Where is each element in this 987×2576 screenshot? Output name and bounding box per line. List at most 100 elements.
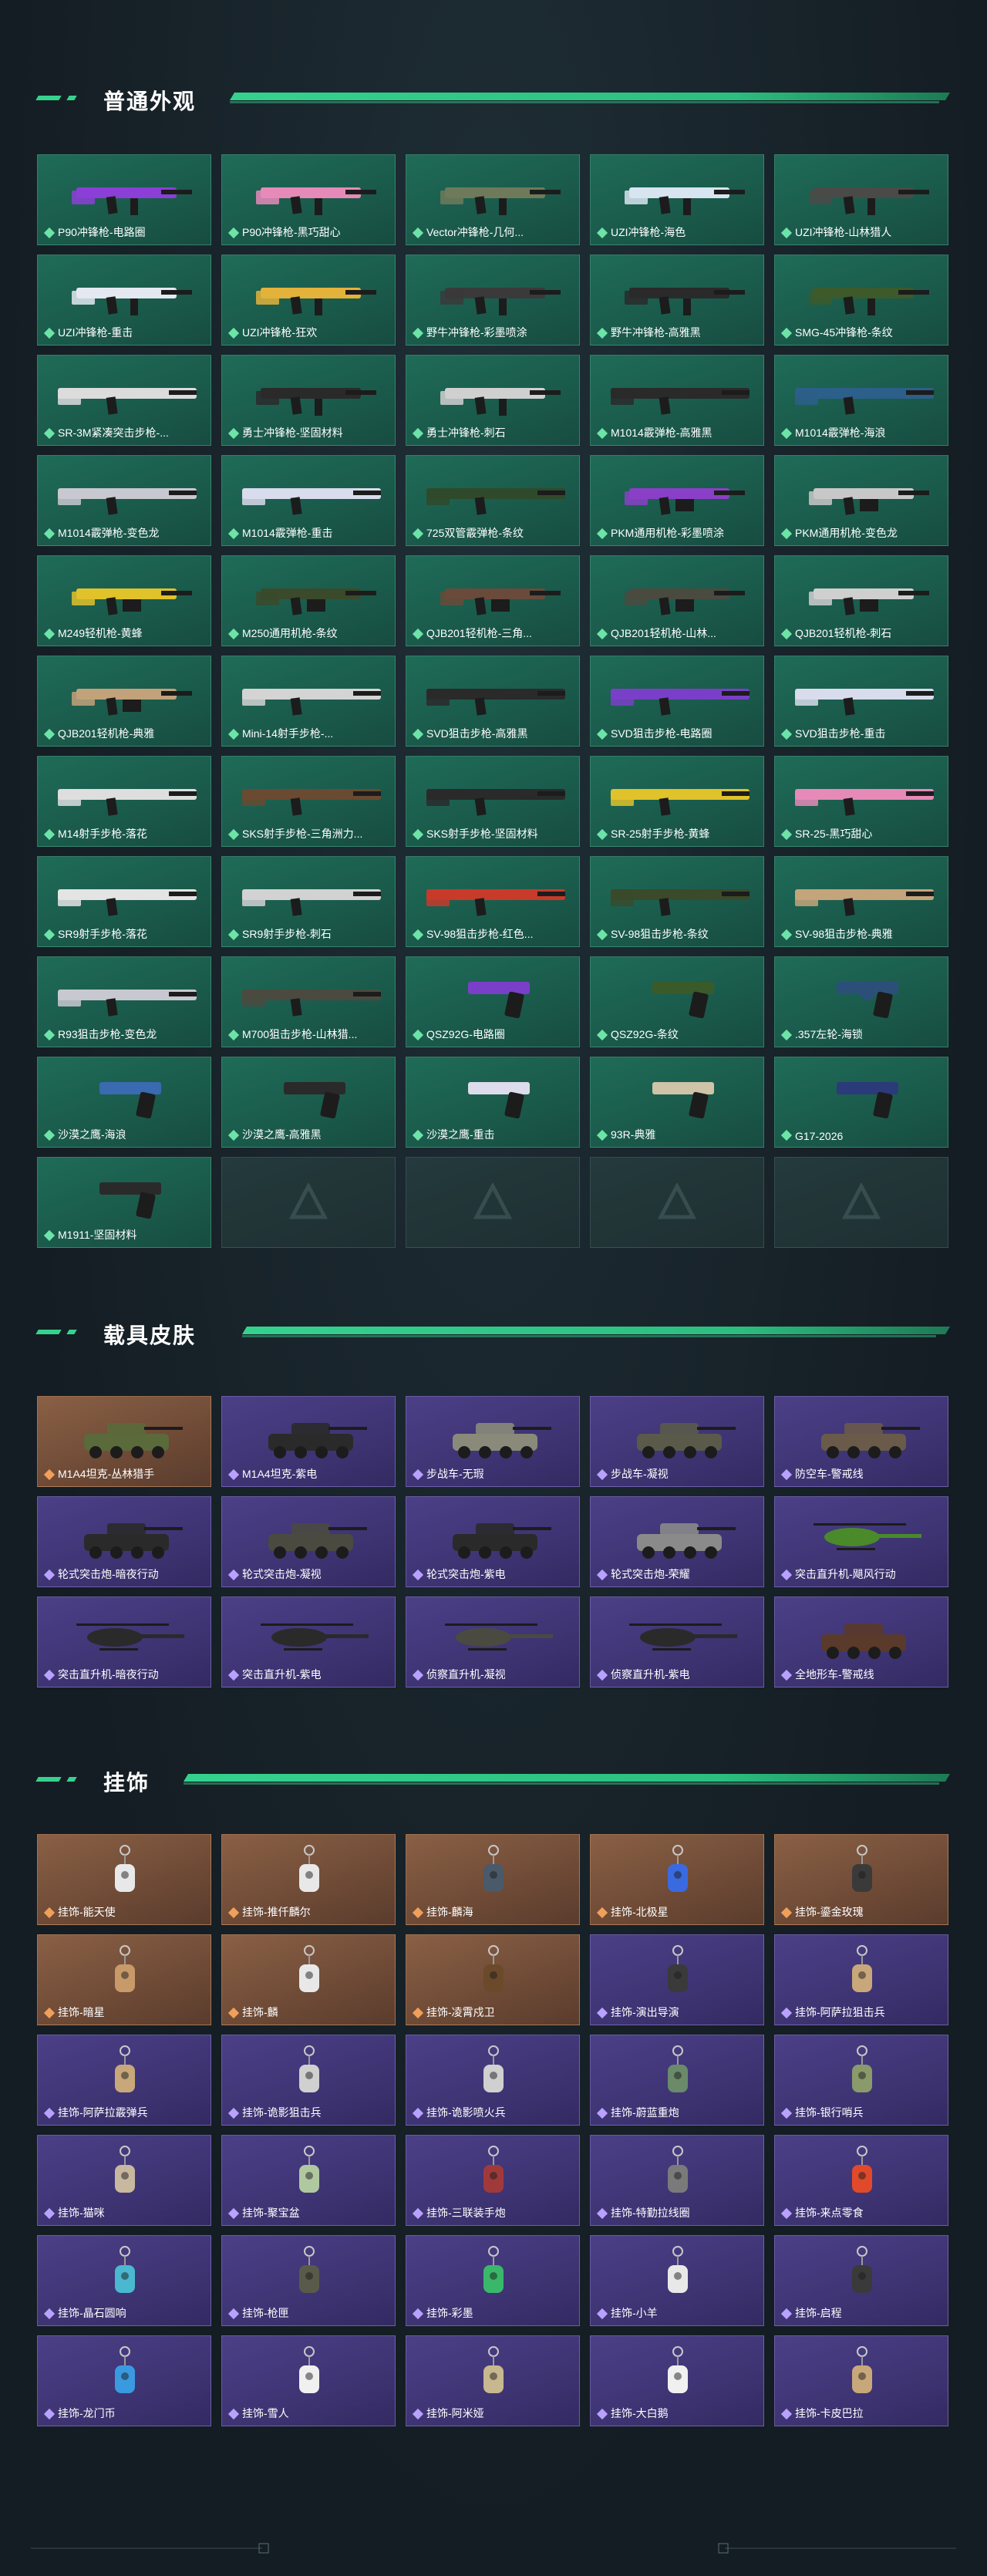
item-card[interactable]: 沙漠之鹰-高雅黑	[221, 1057, 396, 1148]
item-card[interactable]: 勇士冲锋枪-坚固材料	[221, 355, 396, 446]
item-card[interactable]: 挂饰-阿萨拉狙击兵	[774, 1934, 948, 2025]
item-card[interactable]: 挂饰-猫咪	[37, 2135, 211, 2226]
item-card[interactable]: 挂饰-蔚蓝重炮	[590, 2035, 764, 2126]
item-card[interactable]: 突击直升机-飓风行动	[774, 1496, 948, 1587]
item-card[interactable]: 挂饰-启程	[774, 2235, 948, 2326]
item-card[interactable]: 挂饰-凌霄戍卫	[406, 1934, 580, 2025]
item-card[interactable]: UZI冲锋枪-山林猎人	[774, 154, 948, 245]
item-card[interactable]: 挂饰-麟	[221, 1934, 396, 2025]
item-card[interactable]: 突击直升机-暗夜行动	[37, 1597, 211, 1688]
item-card[interactable]: 全地形车-警戒线	[774, 1597, 948, 1688]
item-card[interactable]: 挂饰-北极星	[590, 1834, 764, 1925]
item-card[interactable]: 挂饰-阿萨拉霰弹兵	[37, 2035, 211, 2126]
item-card[interactable]: M1014霰弹枪-高雅黑	[590, 355, 764, 446]
rarity-diamond-icon	[780, 327, 793, 339]
item-card[interactable]: 挂饰-演出导演	[590, 1934, 764, 2025]
item-card[interactable]: 挂饰-三联装手炮	[406, 2135, 580, 2226]
item-card[interactable]: M1A4坦克-紫电	[221, 1396, 396, 1487]
item-card[interactable]: SR-3M紧凑突击步枪-...	[37, 355, 211, 446]
item-card[interactable]: 挂饰-银行哨兵	[774, 2035, 948, 2126]
item-card[interactable]: 挂饰-龙门币	[37, 2335, 211, 2426]
item-card[interactable]: M1911-坚固材料	[37, 1157, 211, 1248]
item-card[interactable]: M1014霰弹枪-重击	[221, 455, 396, 546]
item-card[interactable]: PKM通用机枪-彩墨喷涂	[590, 455, 764, 546]
item-card[interactable]: SKS射手步枪-坚固材料	[406, 756, 580, 847]
item-card[interactable]: 挂饰-晶石圆响	[37, 2235, 211, 2326]
item-card[interactable]: M1014霰弹枪-海浪	[774, 355, 948, 446]
item-card[interactable]: 防空车-警戒线	[774, 1396, 948, 1487]
item-card[interactable]: .357左轮-海锁	[774, 956, 948, 1047]
item-card[interactable]: SR9射手步枪-刺石	[221, 856, 396, 947]
item-card[interactable]: 轮式突击炮-荣耀	[590, 1496, 764, 1587]
item-card[interactable]: Vector冲锋枪-几何...	[406, 154, 580, 245]
item-card[interactable]: 挂饰-聚宝盆	[221, 2135, 396, 2226]
item-card[interactable]: 挂饰-麟海	[406, 1834, 580, 1925]
item-card[interactable]: SR9射手步枪-落花	[37, 856, 211, 947]
item-card[interactable]: P90冲锋枪-黑巧甜心	[221, 154, 396, 245]
item-card[interactable]: 挂饰-枪匣	[221, 2235, 396, 2326]
item-card[interactable]: M1014霰弹枪-变色龙	[37, 455, 211, 546]
item-card[interactable]: 步战车-凝视	[590, 1396, 764, 1487]
item-card[interactable]: 步战车-无瑕	[406, 1396, 580, 1487]
item-card[interactable]: QJB201轻机枪-刺石	[774, 555, 948, 646]
item-card[interactable]: SVD狙击步枪-重击	[774, 656, 948, 747]
item-card[interactable]: UZI冲锋枪-海色	[590, 154, 764, 245]
item-card[interactable]: SVD狙击步枪-电路圈	[590, 656, 764, 747]
rarity-diamond-icon	[780, 427, 793, 440]
item-card[interactable]: 沙漠之鹰-重击	[406, 1057, 580, 1148]
item-card[interactable]: PKM通用机枪-变色龙	[774, 455, 948, 546]
item-card[interactable]: 挂饰-鎏金玫瑰	[774, 1834, 948, 1925]
item-card[interactable]: QSZ92G-条纹	[590, 956, 764, 1047]
item-card[interactable]: P90冲锋枪-电路圈	[37, 154, 211, 245]
item-card[interactable]: M249轻机枪-黄蜂	[37, 555, 211, 646]
item-card[interactable]: SVD狙击步枪-高雅黑	[406, 656, 580, 747]
item-card[interactable]: M14射手步枪-落花	[37, 756, 211, 847]
item-card[interactable]: QJB201轻机枪-典雅	[37, 656, 211, 747]
item-card[interactable]: SMG-45冲锋枪-条纹	[774, 255, 948, 346]
item-card[interactable]: SV-98狙击步枪-红色...	[406, 856, 580, 947]
item-card[interactable]: 挂饰-诡影喷火兵	[406, 2035, 580, 2126]
item-card[interactable]: 挂饰-阿米娅	[406, 2335, 580, 2426]
item-label: Mini-14射手步枪-...	[242, 727, 334, 740]
item-card[interactable]: 挂饰-特勤拉线圈	[590, 2135, 764, 2226]
item-card[interactable]: SR-25-黑巧甜心	[774, 756, 948, 847]
item-card[interactable]: 挂饰-推仟麟尔	[221, 1834, 396, 1925]
item-card[interactable]: 挂饰-彩墨	[406, 2235, 580, 2326]
item-card[interactable]: SV-98狙击步枪-典雅	[774, 856, 948, 947]
item-card[interactable]: M1A4坦克-丛林猎手	[37, 1396, 211, 1487]
item-card[interactable]: UZI冲锋枪-重击	[37, 255, 211, 346]
item-card[interactable]: 侦察直升机-紫电	[590, 1597, 764, 1688]
item-card[interactable]: SV-98狙击步枪-条纹	[590, 856, 764, 947]
item-card[interactable]: 野牛冲锋枪-高雅黑	[590, 255, 764, 346]
item-card[interactable]: 挂饰-小羊	[590, 2235, 764, 2326]
item-card[interactable]: QSZ92G-电路圈	[406, 956, 580, 1047]
item-card[interactable]: 725双管霰弹枪-条纹	[406, 455, 580, 546]
item-card[interactable]: G17-2026	[774, 1057, 948, 1148]
item-card[interactable]: M250通用机枪-条纹	[221, 555, 396, 646]
item-card[interactable]: QJB201轻机枪-山林...	[590, 555, 764, 646]
item-card[interactable]: 挂饰-雪人	[221, 2335, 396, 2426]
item-card[interactable]: M700狙击步枪-山林猎...	[221, 956, 396, 1047]
item-card[interactable]: 轮式突击炮-凝视	[221, 1496, 396, 1587]
item-card[interactable]: 野牛冲锋枪-彩墨喷涂	[406, 255, 580, 346]
item-card[interactable]: 挂饰-诡影狙击兵	[221, 2035, 396, 2126]
item-card[interactable]: R93狙击步枪-变色龙	[37, 956, 211, 1047]
item-card[interactable]: 挂饰-来点零食	[774, 2135, 948, 2226]
item-card[interactable]: UZI冲锋枪-狂欢	[221, 255, 396, 346]
item-card[interactable]: 轮式突击炮-紫电	[406, 1496, 580, 1587]
item-card[interactable]: 勇士冲锋枪-刺石	[406, 355, 580, 446]
item-card[interactable]: 挂饰-卡皮巴拉	[774, 2335, 948, 2426]
item-card[interactable]: Mini-14射手步枪-...	[221, 656, 396, 747]
item-card[interactable]: 轮式突击炮-暗夜行动	[37, 1496, 211, 1587]
item-card[interactable]: 挂饰-能天使	[37, 1834, 211, 1925]
item-card[interactable]: 突击直升机-紫电	[221, 1597, 396, 1688]
item-card[interactable]: 93R-典雅	[590, 1057, 764, 1148]
item-card[interactable]: 侦察直升机-凝视	[406, 1597, 580, 1688]
item-card[interactable]: 沙漠之鹰-海浪	[37, 1057, 211, 1148]
item-card[interactable]: SR-25射手步枪-黄蜂	[590, 756, 764, 847]
item-card[interactable]: 挂饰-大白鹅	[590, 2335, 764, 2426]
item-card[interactable]: 挂饰-暗星	[37, 1934, 211, 2025]
item-card[interactable]: QJB201轻机枪-三角...	[406, 555, 580, 646]
item-card[interactable]: SKS射手步枪-三角洲力...	[221, 756, 396, 847]
item-label: 挂饰-演出导演	[611, 2006, 679, 2018]
